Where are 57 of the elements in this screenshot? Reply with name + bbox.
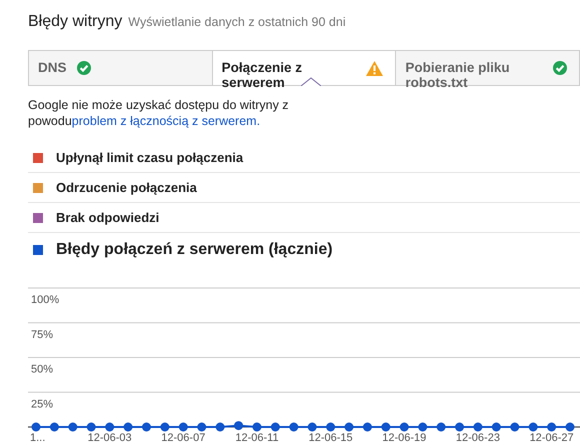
axis-label: 12-06-03 xyxy=(88,432,132,444)
axis-label: 75% xyxy=(31,328,54,341)
check-circle-icon xyxy=(76,61,91,75)
data-point xyxy=(68,422,78,432)
data-point xyxy=(32,422,40,432)
check-circle-icon xyxy=(553,61,568,75)
data-point xyxy=(547,422,556,432)
help-link[interactable]: problem z łącznością z serwerem. xyxy=(72,114,260,128)
data-point xyxy=(400,422,409,432)
data-point xyxy=(124,422,133,432)
legend-label: Odrzucenie połączenia xyxy=(56,180,197,195)
data-point xyxy=(178,422,188,432)
data-point xyxy=(418,422,428,432)
axis-label: 12-06-11 xyxy=(235,432,279,444)
axis-label: 12-06-07 xyxy=(161,432,206,444)
data-point xyxy=(252,422,262,432)
legend-label: Brak odpowiedzi xyxy=(56,210,160,225)
data-point xyxy=(270,422,280,432)
data-point xyxy=(436,422,446,432)
tab[interactable]: DNS xyxy=(29,51,212,85)
data-point xyxy=(50,422,59,432)
tab[interactable]: Połączenie z serwerem xyxy=(212,51,396,85)
warning-icon xyxy=(366,61,384,76)
data-point xyxy=(381,422,390,432)
axis-label: 12-06-15 xyxy=(308,432,353,444)
data-point xyxy=(86,422,96,432)
data-point xyxy=(216,422,225,432)
axis-label: 1... xyxy=(30,432,46,444)
axis-label: 12-06-23 xyxy=(456,432,500,444)
data-point xyxy=(566,422,574,432)
axis-label: 100% xyxy=(31,294,60,306)
error-message: Google nie może uzyskać dostępu do witryny z powoduproblem z łącznością z serwerem. xyxy=(28,97,290,129)
data-point xyxy=(362,422,372,432)
page-title: Błędy witryny xyxy=(28,13,122,31)
data-point xyxy=(455,422,464,432)
legend-label: Upłynął limit czasu połączenia xyxy=(56,150,244,165)
date-range-note: Wyświetlanie danych z ostatnich 90 dni xyxy=(128,15,346,29)
data-point xyxy=(105,422,114,432)
axis-label: 12-06-27 xyxy=(530,432,574,444)
axis-label: 50% xyxy=(31,364,54,376)
data-point xyxy=(326,422,336,432)
data-point xyxy=(142,422,151,432)
tab[interactable]: Pobieranie pliku robots.txt xyxy=(395,51,580,85)
data-point xyxy=(528,422,538,432)
data-point xyxy=(344,422,354,432)
data-point xyxy=(289,422,298,432)
data-point xyxy=(308,422,317,432)
data-point xyxy=(160,422,170,432)
data-point xyxy=(473,422,482,432)
data-point xyxy=(197,422,206,432)
data-point xyxy=(492,422,501,432)
data-point xyxy=(510,422,520,432)
data-point xyxy=(234,421,244,430)
tab-pointer-icon xyxy=(300,77,321,86)
axis-label: 12-06-19 xyxy=(382,432,426,444)
axis-label: 25% xyxy=(31,398,54,410)
legend-label: Błędy połączeń z serwerem (łącznie) xyxy=(56,241,333,259)
